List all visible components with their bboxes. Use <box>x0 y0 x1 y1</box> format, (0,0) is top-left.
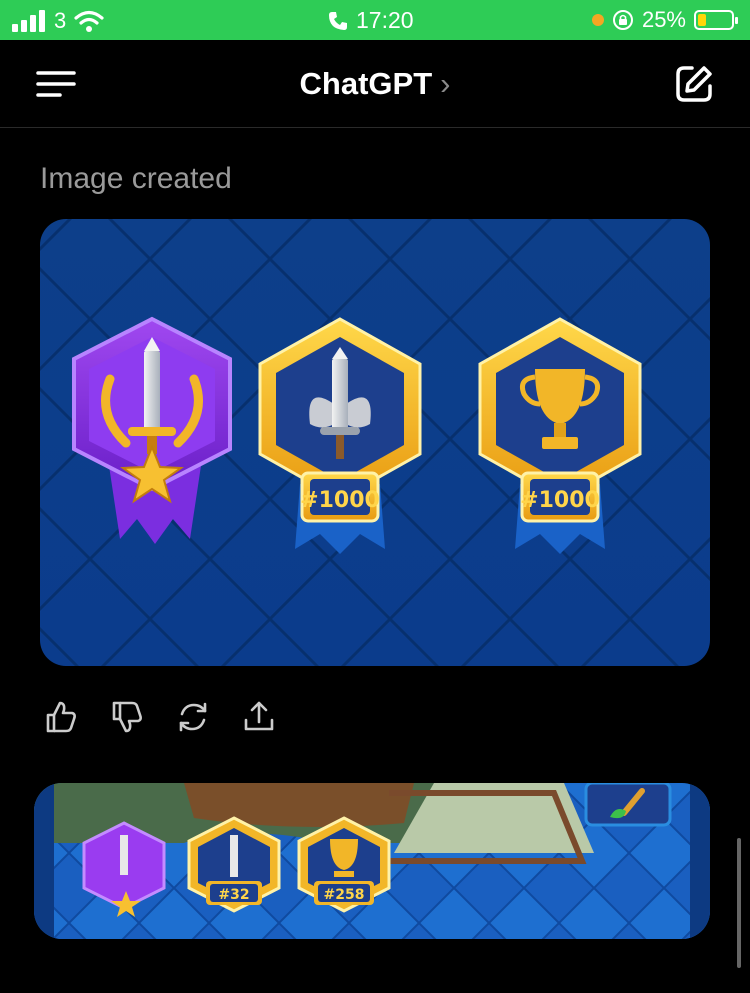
generated-image[interactable]: #1000 #1000 <box>40 219 710 666</box>
small-badge-label: #258 <box>324 887 365 903</box>
generated-image-2[interactable]: #32 #258 <box>34 783 710 939</box>
status-center: 17:20 <box>328 7 414 34</box>
status-left: 3 <box>12 8 104 34</box>
carrier-label: 3 <box>54 8 67 33</box>
compose-icon[interactable] <box>674 64 714 104</box>
badge-rank-label: #1000 <box>300 488 380 513</box>
battery-percent: 25% <box>641 7 686 32</box>
thumbs-down-icon[interactable] <box>110 700 144 734</box>
chevron-right-icon: › <box>440 66 451 101</box>
model-selector[interactable]: ChatGPT › <box>0 66 750 102</box>
message-actions <box>44 700 276 734</box>
nav-bar: ChatGPT › <box>0 40 750 128</box>
share-icon[interactable] <box>242 700 276 734</box>
image-caption: Image created <box>40 162 232 195</box>
status-bar: 3 17:20 25% <box>0 0 750 40</box>
scrollbar[interactable] <box>737 838 741 968</box>
rotation-lock-icon <box>612 10 633 30</box>
small-badge-label: #32 <box>218 887 249 903</box>
wifi-icon <box>74 10 104 32</box>
battery-icon <box>694 10 738 30</box>
status-right: 25% <box>591 7 738 33</box>
page-title: ChatGPT <box>299 66 433 101</box>
badge-rank-label: #1000 <box>520 488 600 513</box>
privacy-indicator-icon <box>591 14 604 26</box>
regenerate-icon[interactable] <box>176 700 210 734</box>
clock: 17:20 <box>356 7 414 33</box>
signal-icon <box>12 10 45 32</box>
thumbs-up-icon[interactable] <box>44 700 78 734</box>
phone-call-icon <box>329 11 347 30</box>
